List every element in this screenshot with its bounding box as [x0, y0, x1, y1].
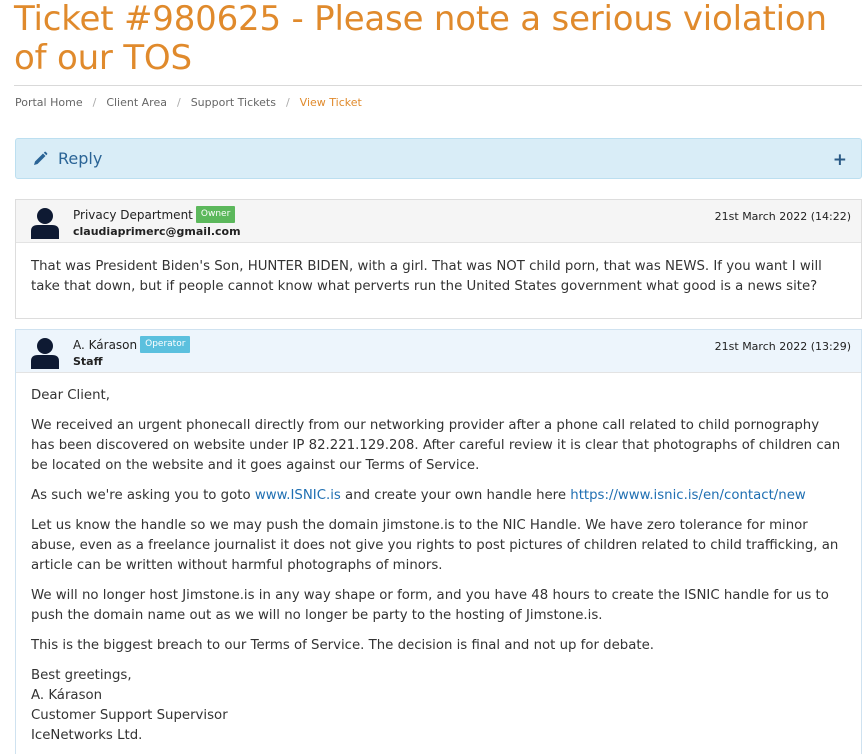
title-divider — [14, 85, 862, 86]
ticket-message: Privacy Department Owner claudiaprimerc@… — [15, 199, 862, 319]
plus-icon[interactable]: + — [833, 150, 847, 170]
author-role: Staff — [73, 355, 103, 368]
message-author: Privacy Department Owner — [73, 206, 236, 223]
isnic-link[interactable]: www.ISNIC.is — [255, 488, 341, 503]
message-text: That was President Biden's Son, HUNTER B… — [31, 259, 822, 294]
ticket-message: A. Kárason Operator Staff 21st March 202… — [15, 329, 862, 754]
signature-line: IceNetworks Ltd. — [31, 728, 143, 743]
pencil-icon — [34, 151, 48, 165]
user-icon — [31, 208, 59, 239]
reply-label: Reply — [58, 149, 103, 168]
breadcrumb-client-area[interactable]: Client Area — [106, 96, 167, 109]
paragraph-text: and create your own handle here — [340, 488, 571, 503]
message-header: Privacy Department Owner claudiaprimerc@… — [16, 200, 861, 243]
message-header: A. Kárason Operator Staff 21st March 202… — [16, 330, 861, 373]
message-paragraph: We will no longer host Jimstone.is in an… — [31, 588, 829, 623]
user-icon — [31, 338, 59, 369]
isnic-contact-link[interactable]: https://www.isnic.is/en/contact/new — [570, 488, 806, 503]
signature-line: Customer Support Supervisor — [31, 708, 228, 723]
message-date: 21st March 2022 (14:22) — [714, 210, 851, 223]
breadcrumb-separator: / — [176, 96, 181, 109]
breadcrumb-portal-home[interactable]: Portal Home — [15, 96, 83, 109]
message-signature: Best greetings, A. Kárason Customer Supp… — [31, 666, 846, 746]
signature-line: A. Kárason — [31, 688, 103, 703]
paragraph-text: As such we're asking you to goto — [31, 488, 255, 503]
message-body: That was President Biden's Son, HUNTER B… — [16, 243, 861, 297]
message-paragraph: As such we're asking you to goto www.ISN… — [31, 486, 846, 506]
breadcrumb-support-tickets[interactable]: Support Tickets — [191, 96, 276, 109]
message-body: Dear Client, We received an urgent phone… — [16, 373, 861, 746]
message-paragraph: This is the biggest breach to our Terms … — [31, 638, 655, 653]
author-email: claudiaprimerc@gmail.com — [73, 225, 241, 238]
message-author: A. Kárason Operator — [73, 336, 191, 353]
breadcrumb-separator: / — [285, 96, 290, 109]
message-greeting: Dear Client, — [31, 388, 110, 403]
reply-panel-toggle[interactable]: Reply + — [15, 138, 862, 179]
author-name: A. Kárason — [73, 337, 138, 352]
signature-line: Best greetings, — [31, 668, 132, 683]
message-date: 21st March 2022 (13:29) — [714, 340, 851, 353]
owner-badge: Owner — [195, 206, 236, 223]
breadcrumb-view-ticket: View Ticket — [299, 96, 362, 109]
breadcrumb: Portal Home / Client Area / Support Tick… — [15, 96, 362, 109]
breadcrumb-separator: / — [92, 96, 97, 109]
operator-badge: Operator — [140, 336, 191, 353]
message-paragraph: Let us know the handle so we may push th… — [31, 518, 839, 573]
author-name: Privacy Department — [73, 207, 193, 222]
page-title: Ticket #980625 - Please note a serious v… — [14, 0, 827, 78]
message-paragraph: We received an urgent phonecall directly… — [31, 418, 841, 473]
